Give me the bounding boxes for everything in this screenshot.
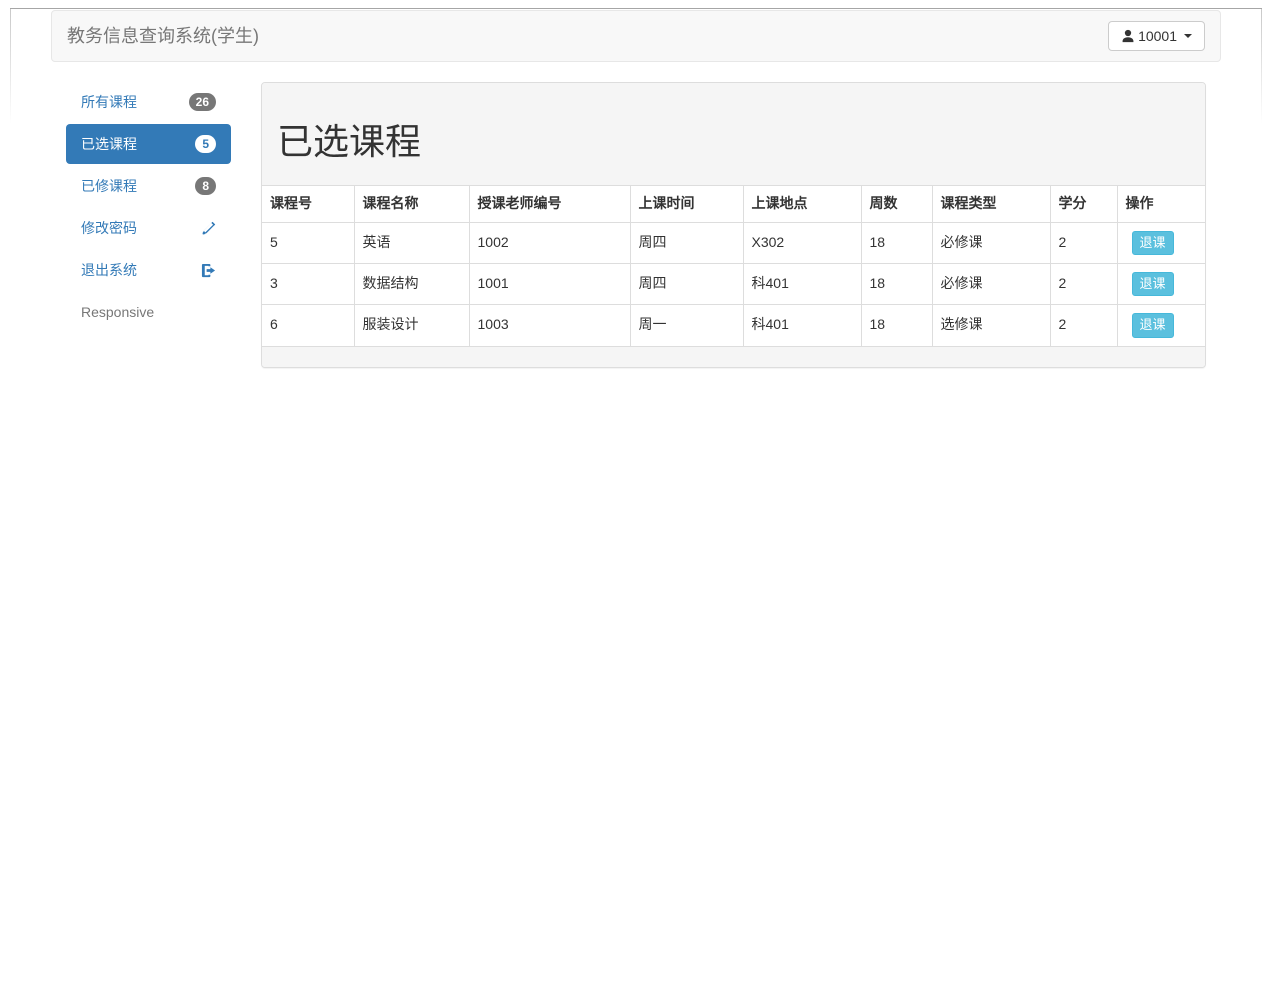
cell-course-name: 英语 xyxy=(354,222,469,263)
user-id: 10001 xyxy=(1138,28,1177,44)
cell-actions: 退课 xyxy=(1117,264,1205,305)
cell-course-type: 必修课 xyxy=(932,222,1050,263)
sidebar-link-responsive[interactable]: Responsive xyxy=(66,292,231,332)
page-container: 教务信息查询系统(学生) 10001 所有课程 26 xyxy=(51,0,1221,368)
navbar: 教务信息查询系统(学生) 10001 xyxy=(51,10,1221,62)
sidebar-item-logout: 退出系统 xyxy=(66,250,231,290)
table-row: 3 数据结构 1001 周四 科401 18 必修课 2 退课 xyxy=(262,264,1205,305)
sidebar: 所有课程 26 已选课程 5 已修课程 8 xyxy=(51,82,246,332)
courses-table: 课程号 课程名称 授课老师编号 上课时间 上课地点 周数 课程类型 学分 操作 xyxy=(262,186,1205,346)
cell-course-id: 6 xyxy=(262,305,354,346)
cell-credits: 2 xyxy=(1050,264,1117,305)
sidebar-item-change-password: 修改密码 xyxy=(66,208,231,248)
drop-course-button[interactable]: 退课 xyxy=(1132,231,1174,255)
column-header-teacher-id: 授课老师编号 xyxy=(469,186,630,222)
table-row: 5 英语 1002 周四 X302 18 必修课 2 退课 xyxy=(262,222,1205,263)
sidebar-link-selected-courses[interactable]: 已选课程 5 xyxy=(66,124,231,164)
column-header-actions: 操作 xyxy=(1117,186,1205,222)
app-title: 教务信息查询系统(学生) xyxy=(67,11,259,61)
sidebar-link-completed-courses[interactable]: 已修课程 8 xyxy=(66,166,231,206)
selected-courses-panel: 已选课程 课程号 课程名称 授课老师编号 上课时间 xyxy=(261,82,1206,368)
sidebar-item-label: Responsive xyxy=(81,302,154,322)
cell-credits: 2 xyxy=(1050,222,1117,263)
sidebar-item-all-courses: 所有课程 26 xyxy=(66,82,231,122)
cell-actions: 退课 xyxy=(1117,222,1205,263)
sidebar-link-change-password[interactable]: 修改密码 xyxy=(66,208,231,248)
cell-class-location: 科401 xyxy=(743,264,861,305)
cell-course-type: 选修课 xyxy=(932,305,1050,346)
cell-course-name: 服装设计 xyxy=(354,305,469,346)
sidebar-item-label: 已修课程 xyxy=(81,176,137,196)
cell-actions: 退课 xyxy=(1117,305,1205,346)
sidebar-item-label: 退出系统 xyxy=(81,260,137,280)
cell-teacher-id: 1003 xyxy=(469,305,630,346)
sidebar-item-label: 所有课程 xyxy=(81,92,137,112)
cell-teacher-id: 1001 xyxy=(469,264,630,305)
column-header-course-name: 课程名称 xyxy=(354,186,469,222)
main-content: 已选课程 课程号 课程名称 授课老师编号 上课时间 xyxy=(246,82,1221,368)
cell-course-id: 3 xyxy=(262,264,354,305)
page-title: 已选课程 xyxy=(277,113,1190,165)
cell-credits: 2 xyxy=(1050,305,1117,346)
count-badge: 5 xyxy=(195,135,216,153)
cell-class-time: 周四 xyxy=(630,264,743,305)
cell-weeks: 18 xyxy=(861,305,932,346)
user-menu-button[interactable]: 10001 xyxy=(1108,21,1205,51)
column-header-weeks: 周数 xyxy=(861,186,932,222)
sidebar-item-responsive: Responsive xyxy=(66,292,231,332)
cell-class-time: 周一 xyxy=(630,305,743,346)
column-header-course-type: 课程类型 xyxy=(932,186,1050,222)
cell-class-location: 科401 xyxy=(743,305,861,346)
cell-class-time: 周四 xyxy=(630,222,743,263)
table-row: 6 服装设计 1003 周一 科401 18 选修课 2 退课 xyxy=(262,305,1205,346)
column-header-credits: 学分 xyxy=(1050,186,1117,222)
window-frame-right-line xyxy=(1261,9,1262,124)
cell-weeks: 18 xyxy=(861,264,932,305)
column-header-course-id: 课程号 xyxy=(262,186,354,222)
cell-class-location: X302 xyxy=(743,222,861,263)
log-out-icon xyxy=(201,263,216,278)
sidebar-link-logout[interactable]: 退出系统 xyxy=(66,250,231,290)
count-badge: 8 xyxy=(195,177,216,195)
panel-footer xyxy=(262,346,1205,367)
drop-course-button[interactable]: 退课 xyxy=(1132,313,1174,337)
column-header-class-time: 上课时间 xyxy=(630,186,743,222)
window-frame-top-line xyxy=(10,8,1262,9)
panel-heading: 已选课程 xyxy=(262,83,1205,186)
sidebar-item-label: 已选课程 xyxy=(81,134,137,154)
cell-weeks: 18 xyxy=(861,222,932,263)
caret-down-icon xyxy=(1184,34,1192,38)
cell-course-name: 数据结构 xyxy=(354,264,469,305)
sidebar-item-selected-courses: 已选课程 5 xyxy=(66,124,231,164)
sidebar-link-all-courses[interactable]: 所有课程 26 xyxy=(66,82,231,122)
sidebar-item-label: 修改密码 xyxy=(81,218,137,238)
cell-course-type: 必修课 xyxy=(932,264,1050,305)
window-frame-left-line xyxy=(10,9,11,124)
cell-course-id: 5 xyxy=(262,222,354,263)
table-header-row: 课程号 课程名称 授课老师编号 上课时间 上课地点 周数 课程类型 学分 操作 xyxy=(262,186,1205,222)
count-badge: 26 xyxy=(189,93,216,111)
column-header-class-location: 上课地点 xyxy=(743,186,861,222)
sidebar-item-completed-courses: 已修课程 8 xyxy=(66,166,231,206)
pencil-icon xyxy=(201,221,216,236)
cell-teacher-id: 1002 xyxy=(469,222,630,263)
drop-course-button[interactable]: 退课 xyxy=(1132,272,1174,296)
user-icon xyxy=(1121,29,1135,43)
